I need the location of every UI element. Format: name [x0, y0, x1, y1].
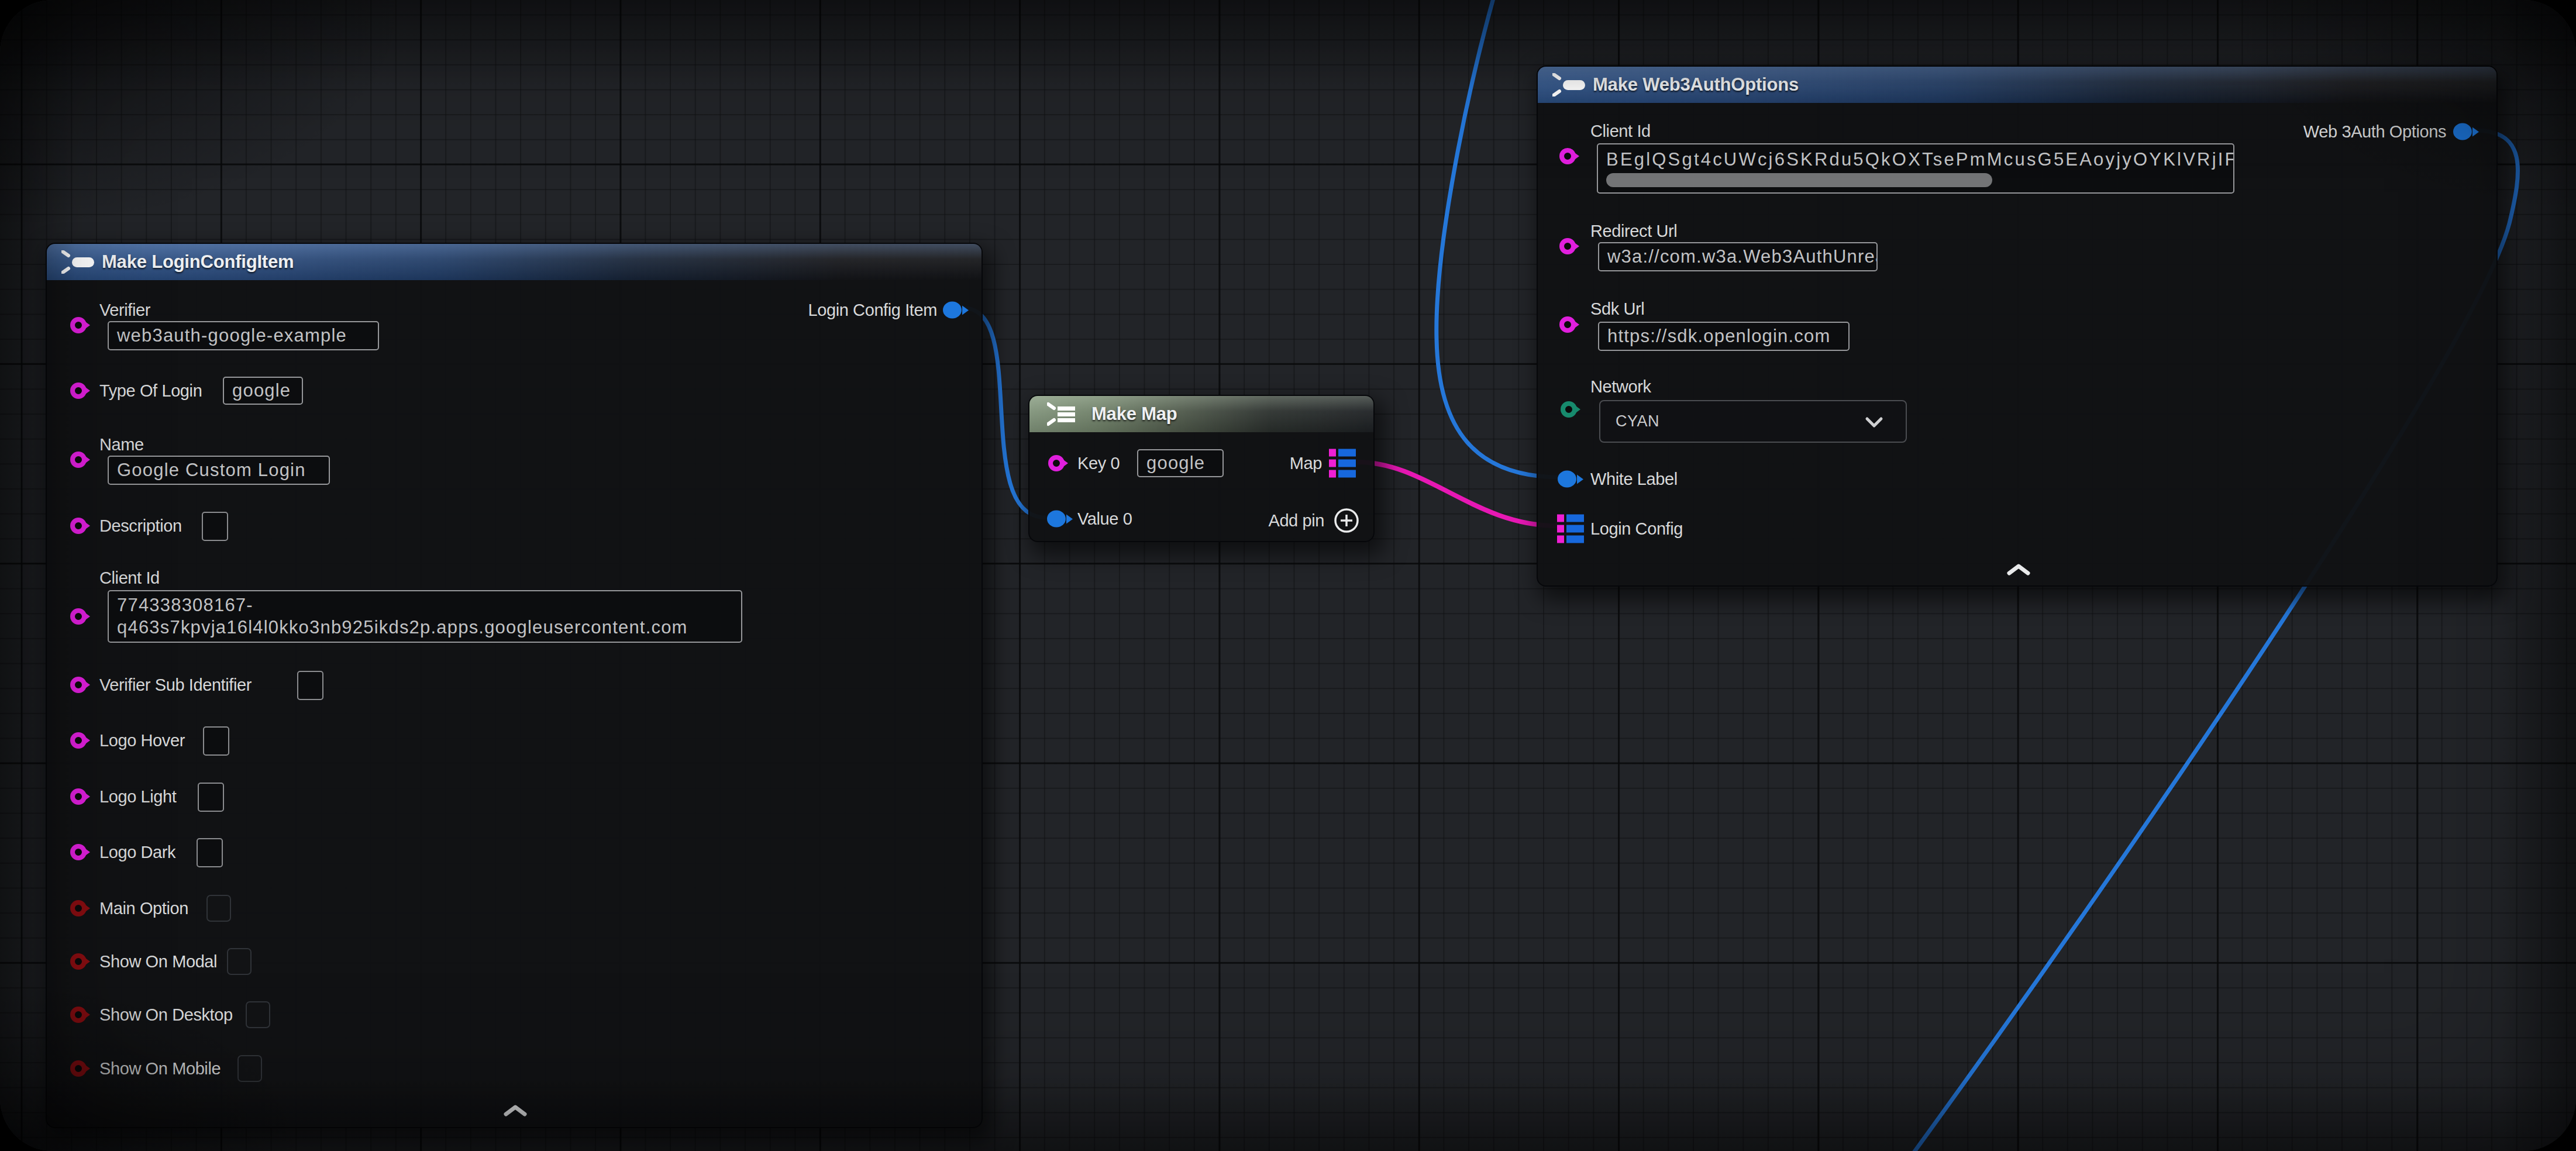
- input-pin-value-0[interactable]: [1047, 511, 1066, 528]
- input-pin-sdk-url[interactable]: [1559, 316, 1576, 333]
- logo-dark-input[interactable]: [197, 838, 223, 867]
- input-pin-redirect-url[interactable]: [1559, 238, 1576, 254]
- pin-label: Verifier: [99, 301, 150, 320]
- redirect-url-input[interactable]: w3a://com.w3a.Web3AuthUnreal: [1598, 242, 1878, 271]
- pin-label: Key 0: [1077, 454, 1120, 473]
- node-title: Make Map: [1091, 404, 1177, 425]
- make-struct-icon: [1552, 73, 1589, 97]
- client-id-input[interactable]: 774338308167-q463s7kpvja16l4l0kko3nb925i…: [108, 590, 742, 643]
- chevron-down-icon: [1864, 415, 1885, 429]
- pin-label: Type Of Login: [99, 381, 202, 401]
- node-header[interactable]: Make Web3AuthOptions: [1538, 67, 2496, 103]
- pin-label: Logo Dark: [99, 843, 175, 862]
- make-map-icon: [1047, 402, 1084, 426]
- pin-label: Description: [99, 516, 182, 536]
- make-struct-icon: [61, 250, 98, 274]
- output-label: Map: [1290, 454, 1322, 473]
- key-0-input[interactable]: google: [1137, 449, 1224, 477]
- input-pin-show-on-desktop[interactable]: [70, 1007, 87, 1023]
- pin-label: Logo Light: [99, 787, 176, 807]
- pin-label: Logo Hover: [99, 731, 185, 750]
- node-header[interactable]: Make Map: [1029, 396, 1373, 432]
- node-header[interactable]: Make LoginConfigItem: [47, 244, 982, 280]
- output-pin-map[interactable]: [1329, 449, 1356, 478]
- node-make-map[interactable]: Make Map Key 0 google Value 0 Map Add pi…: [1028, 395, 1375, 542]
- add-pin-label: Add pin: [1268, 511, 1324, 530]
- pin-label: Client Id: [1590, 122, 1651, 141]
- input-pin-network[interactable]: [1561, 401, 1577, 418]
- input-pin-key-0[interactable]: [1048, 455, 1065, 471]
- node-make-web3authoptions[interactable]: Make Web3AuthOptions Web 3Auth Options C…: [1537, 66, 2498, 587]
- network-value: CYAN: [1616, 412, 1659, 430]
- input-pin-client-id[interactable]: [1559, 148, 1576, 164]
- show-on-desktop-checkbox[interactable]: [246, 1001, 270, 1028]
- wire-map-to-loginconfig[interactable]: [1357, 462, 1557, 526]
- collapse-node-chevron[interactable]: [2006, 562, 2031, 577]
- verifier-input[interactable]: web3auth-google-example: [108, 321, 379, 350]
- logo-hover-input[interactable]: [203, 726, 229, 756]
- pin-label: Sdk Url: [1590, 299, 1644, 319]
- pin-label: Show On Mobile: [99, 1059, 221, 1078]
- type-of-login-input[interactable]: google: [223, 377, 303, 405]
- output-pin-web3auth-options[interactable]: [2453, 123, 2472, 140]
- output-pin-login-config-item[interactable]: [943, 302, 962, 319]
- input-pin-main-option[interactable]: [70, 900, 87, 916]
- pin-label: Value 0: [1077, 509, 1132, 529]
- input-pin-logo-dark[interactable]: [70, 844, 87, 860]
- pin-label: Main Option: [99, 899, 188, 918]
- input-pin-show-on-mobile[interactable]: [70, 1060, 87, 1077]
- output-label: Web 3Auth Options: [2303, 122, 2446, 142]
- pin-label: Show On Desktop: [99, 1005, 233, 1025]
- node-title: Make LoginConfigItem: [102, 251, 294, 273]
- node-make-loginconfigitem[interactable]: Make LoginConfigItem Login Config Item V…: [46, 243, 983, 1128]
- pin-label: Name: [99, 435, 144, 454]
- pin-label: Redirect Url: [1590, 222, 1677, 241]
- verifier-sub-identifier-input[interactable]: [297, 671, 323, 700]
- network-dropdown[interactable]: CYAN: [1599, 400, 1907, 443]
- pin-label: Network: [1590, 377, 1651, 397]
- pin-label: Show On Modal: [99, 952, 217, 971]
- input-pin-name[interactable]: [70, 452, 87, 468]
- input-pin-description[interactable]: [70, 518, 87, 534]
- show-on-mobile-checkbox[interactable]: [237, 1055, 262, 1082]
- node-title: Make Web3AuthOptions: [1593, 74, 1799, 95]
- input-pin-logo-hover[interactable]: [70, 732, 87, 749]
- logo-light-input[interactable]: [198, 783, 224, 812]
- blueprint-graph-canvas[interactable]: Make LoginConfigItem Login Config Item V…: [0, 0, 2576, 1151]
- pin-label: Client Id: [99, 568, 160, 588]
- add-pin-icon[interactable]: [1333, 507, 1360, 534]
- collapse-node-chevron[interactable]: [502, 1103, 528, 1118]
- sdk-url-input[interactable]: https://sdk.openlogin.com: [1598, 322, 1850, 351]
- input-pin-verifier[interactable]: [70, 317, 87, 333]
- input-pin-logo-light[interactable]: [70, 788, 87, 805]
- description-input[interactable]: [202, 512, 228, 541]
- output-label: Login Config Item: [808, 301, 938, 320]
- input-pin-type-of-login[interactable]: [70, 382, 87, 399]
- input-pin-login-config[interactable]: [1557, 515, 1585, 543]
- show-on-modal-checkbox[interactable]: [227, 948, 252, 975]
- pin-label: Login Config: [1590, 519, 1683, 539]
- name-input[interactable]: Google Custom Login: [108, 456, 330, 485]
- input-pin-verifier-sub-identifier[interactable]: [70, 677, 87, 693]
- input-pin-white-label[interactable]: [1558, 471, 1576, 488]
- input-pin-client-id[interactable]: [70, 608, 87, 625]
- input-pin-show-on-modal[interactable]: [70, 953, 87, 970]
- client-id-scrollbar[interactable]: [1606, 173, 1992, 187]
- pin-label: Verifier Sub Identifier: [99, 676, 252, 695]
- main-option-checkbox[interactable]: [206, 895, 231, 922]
- pin-label: White Label: [1590, 470, 1678, 489]
